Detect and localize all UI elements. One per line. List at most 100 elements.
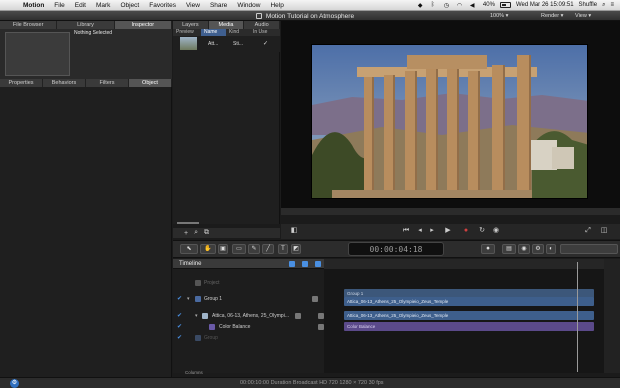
tab-file-browser[interactable]: File Browser	[0, 21, 58, 29]
lock-icon[interactable]	[312, 296, 318, 302]
temple-photo	[312, 45, 587, 198]
go-to-start-icon[interactable]: ⏮	[402, 227, 410, 235]
mask-icon[interactable]	[295, 313, 301, 319]
column-name[interactable]: Name	[201, 29, 226, 36]
tab-filters[interactable]: Filters	[86, 79, 129, 87]
tab-properties[interactable]: Properties	[0, 79, 43, 87]
timeline-audio-icon[interactable]	[315, 261, 321, 267]
visibility-checkbox[interactable]: ✔	[177, 324, 183, 330]
settings-icon[interactable]: ⚙	[10, 379, 19, 388]
mask-tool-icon[interactable]: ◩	[291, 244, 301, 254]
column-in-use[interactable]: In Use	[250, 29, 280, 36]
text-tool-icon[interactable]: T	[278, 244, 288, 254]
visibility-checkbox[interactable]: ✔	[177, 313, 183, 319]
visibility-checkbox[interactable]: ✔	[177, 296, 183, 302]
play-icon[interactable]: ▶	[444, 227, 452, 235]
bluetooth-icon[interactable]: ᛒ	[431, 2, 439, 9]
inspector-icon[interactable]: ◉	[518, 244, 530, 254]
tab-inspector[interactable]: Inspector	[114, 21, 172, 29]
add-icon[interactable]: +	[184, 230, 188, 237]
zoom-popup[interactable]: 100% ▾	[490, 13, 508, 19]
menu-mark[interactable]: Mark	[91, 2, 115, 9]
import-icon[interactable]: ⧉	[204, 229, 209, 237]
timeline-bar-image[interactable]: Attica_06-13_Athens_25_Olympieio_Zeus_Te…	[344, 297, 594, 306]
record-options-icon[interactable]: ⏺	[481, 244, 495, 254]
notification-center-icon[interactable]: ≡	[610, 2, 614, 8]
media-scrollbar[interactable]	[177, 222, 199, 224]
tab-layers[interactable]: Layers	[173, 21, 209, 29]
toggle-view-icon[interactable]: ◫	[600, 227, 608, 235]
share-buttons[interactable]	[560, 244, 618, 254]
disclosure-triangle-icon[interactable]: ▾	[187, 296, 191, 302]
window-title-bar: Motion Tutorial on Atmosphere 100% ▾ Ren…	[0, 11, 620, 21]
time-machine-icon[interactable]: ◷	[444, 2, 452, 9]
timeline-bar-color-balance[interactable]: Color Balance	[344, 322, 594, 331]
paint-tool-icon[interactable]: ╱	[262, 244, 274, 254]
timeline-row-group[interactable]: ✔ Group	[173, 332, 324, 344]
column-kind[interactable]: Kind	[226, 29, 250, 36]
menu-motion[interactable]: Motion	[18, 2, 49, 9]
select-tool-icon[interactable]: ⬉	[180, 244, 198, 254]
group-icon	[195, 335, 201, 341]
menu-help[interactable]: Help	[265, 2, 288, 9]
view-popup[interactable]: View ▾	[575, 13, 591, 19]
menu-file[interactable]: File	[49, 2, 69, 9]
timeline-toggle-icon[interactable]	[289, 261, 295, 267]
disclosure-triangle-icon[interactable]: ▾	[195, 313, 199, 319]
shape-tool-icon[interactable]: ▭	[232, 244, 246, 254]
row-label: Group 1	[204, 296, 223, 302]
media-kind: Sti...	[233, 41, 244, 47]
canvas-image-temple-of-zeus[interactable]	[311, 44, 588, 199]
wifi-icon[interactable]: ◠	[457, 2, 465, 9]
search-icon[interactable]: ⌕	[194, 229, 198, 237]
render-popup[interactable]: Render ▾	[541, 13, 563, 19]
audio-icon[interactable]: ◉	[492, 227, 500, 235]
volume-icon[interactable]: ◀	[470, 2, 478, 9]
menu-favorites[interactable]: Favorites	[144, 2, 181, 9]
menu-share[interactable]: Share	[205, 2, 232, 9]
menu-window[interactable]: Window	[232, 2, 265, 9]
playhead[interactable]	[577, 262, 578, 372]
spotlight-icon[interactable]: ⌕	[602, 2, 605, 9]
tab-media[interactable]: Media	[208, 21, 245, 29]
tab-audio[interactable]: Audio	[244, 21, 281, 29]
user-name[interactable]: Shuffle	[579, 2, 598, 8]
tab-library[interactable]: Library	[57, 21, 115, 29]
dropbox-icon[interactable]: ◆	[418, 2, 426, 9]
timeline-side-scroll[interactable]	[604, 259, 620, 373]
inspector-body	[0, 87, 172, 377]
tab-behaviors[interactable]: Behaviors	[43, 79, 86, 87]
left-panel-tabs: File Browser Library Inspector	[0, 21, 172, 29]
tab-object[interactable]: Object	[129, 79, 172, 87]
camera-tool-icon[interactable]: ▣	[218, 244, 228, 254]
behaviors-icon[interactable]: ⚙	[532, 244, 544, 254]
loop-icon[interactable]: ↻	[478, 227, 486, 235]
columns-button[interactable]: Columns	[185, 370, 203, 375]
fullscreen-icon[interactable]: ⤢	[584, 227, 592, 235]
timeline-bar-image-clip[interactable]: Attica_06-13_Athens_25_Olympieio_Zeus_Te…	[344, 311, 594, 320]
timecode-display[interactable]: 00:00:04:18	[348, 242, 444, 256]
column-preview[interactable]: Preview	[173, 29, 201, 36]
timeline-row-project[interactable]: Project	[173, 277, 324, 289]
menu-view[interactable]: View	[181, 2, 205, 9]
visibility-checkbox[interactable]: ✔	[177, 335, 183, 341]
inspector-tabs: Properties Behaviors Filters Object	[0, 79, 172, 87]
in-point-icon[interactable]: ◧	[290, 227, 298, 235]
record-icon[interactable]: ●	[462, 227, 470, 235]
pan-tool-icon[interactable]: ✋	[200, 244, 216, 254]
battery-icon[interactable]	[499, 2, 511, 8]
nothing-selected-label: Nothing Selected	[74, 30, 113, 36]
bezier-tool-icon[interactable]: ✎	[248, 244, 260, 254]
timeline-filter-icon[interactable]	[302, 261, 308, 267]
menu-object[interactable]: Object	[115, 2, 144, 9]
filters-icon[interactable]: ◐	[546, 244, 556, 254]
clock[interactable]: Wed Mar 26 15:09:51	[516, 2, 574, 8]
step-back-icon[interactable]: ◂	[416, 227, 424, 235]
timeline-row-group-1[interactable]: ✔ ▾ Group 1	[173, 293, 324, 305]
window-title: Motion Tutorial on Atmosphere	[265, 13, 355, 20]
step-forward-icon[interactable]: ▸	[428, 227, 436, 235]
mini-timeline[interactable]	[281, 208, 620, 215]
menu-edit[interactable]: Edit	[70, 2, 91, 9]
library-icon[interactable]: ▤	[502, 244, 516, 254]
timeline-track-area[interactable]	[324, 269, 604, 373]
